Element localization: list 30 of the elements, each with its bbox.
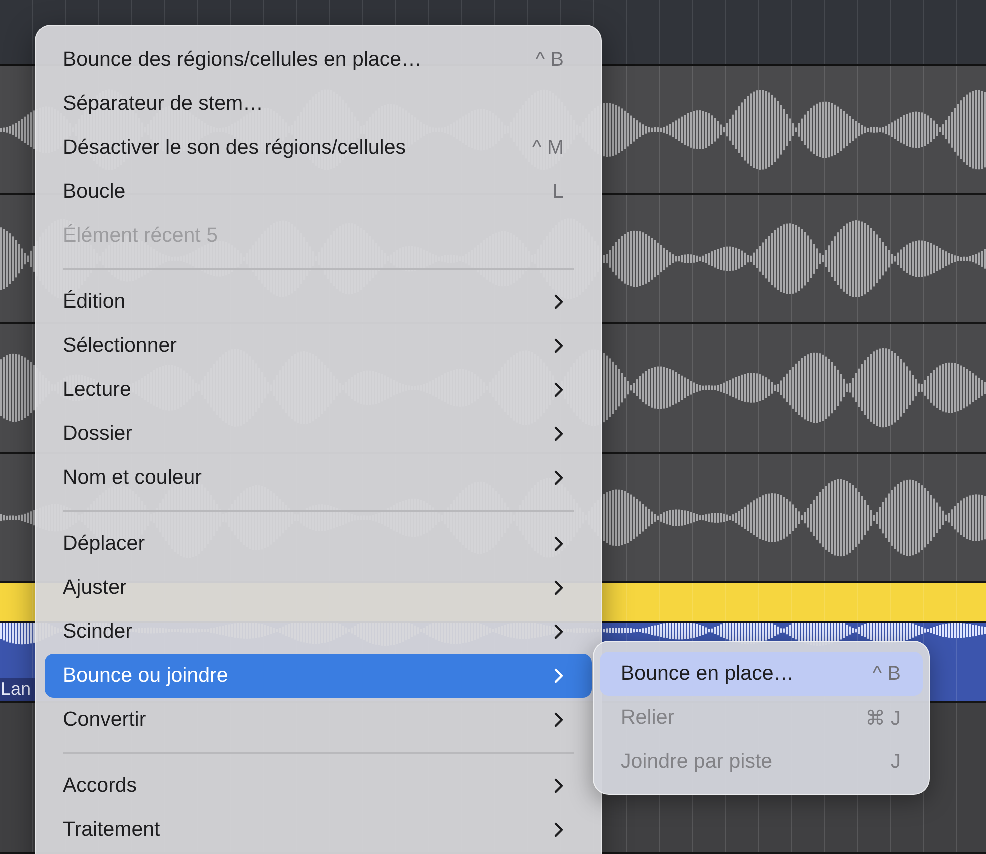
menu-item[interactable]: Sélectionner: [45, 324, 592, 368]
chevron-icon: [554, 778, 564, 794]
menu-item[interactable]: Lecture: [45, 368, 592, 412]
chevron-icon: [554, 536, 564, 552]
chevron-icon: [554, 338, 564, 354]
chevron-icon: [554, 470, 564, 486]
chevron-icon: [554, 382, 564, 398]
menu-item[interactable]: Séparateur de stem…: [45, 82, 592, 126]
menu-item[interactable]: Accords: [45, 764, 592, 808]
menu-item[interactable]: Bounce en place… ^ B: [600, 652, 923, 696]
menu-item[interactable]: Bounce ou joindre: [45, 654, 592, 698]
chevron-icon: [554, 426, 564, 442]
chevron-icon: [554, 822, 564, 838]
chevron-icon: [554, 580, 564, 596]
chevron-icon: [554, 624, 564, 640]
chevron-icon: [554, 712, 564, 728]
menu-item[interactable]: Ajuster: [45, 566, 592, 610]
menu-item[interactable]: Convertir: [45, 698, 592, 742]
menu-item[interactable]: Bounce des régions/cellules en place… ^ B: [45, 38, 592, 82]
menu-item[interactable]: Nom et couleur: [45, 456, 592, 500]
menu-item[interactable]: Boucle L: [45, 170, 592, 214]
menu-item[interactable]: Déplacer: [45, 522, 592, 566]
chevron-icon: [554, 668, 564, 684]
menu-item[interactable]: Édition: [45, 280, 592, 324]
menu-item[interactable]: Scinder: [45, 610, 592, 654]
menu-item[interactable]: Dossier: [45, 412, 592, 456]
chevron-icon: [554, 294, 564, 310]
menu-item[interactable]: Désactiver le son des régions/cellules ^ M: [45, 126, 592, 170]
region-label: Lan: [0, 678, 36, 701]
menu-item[interactable]: Traitement: [45, 808, 592, 852]
